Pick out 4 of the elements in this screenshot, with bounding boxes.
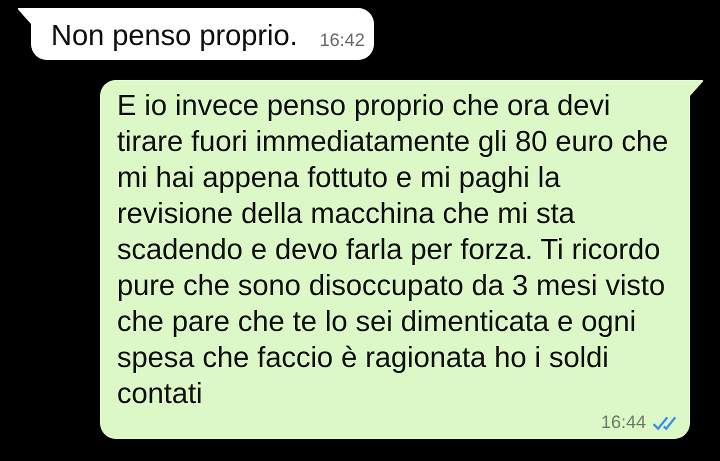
message-text: Non penso proprio.	[51, 21, 298, 51]
message-time: 16:42	[320, 30, 365, 51]
message-time: 16:44	[600, 412, 646, 433]
message-text: E io invece penso proprio che ora devi tirare fuori immediatamente gli 80 euro che mi hai appena fottuto e mi paghi la revisione della macchina che mi sta scadendo e devo farla per forza. Ti ricordo pure che sono disoccupato da 3 mesi visto che pare che te lo sei dimenticata e ogni spesa che faccio è ragionata ho i soldi contati	[117, 89, 670, 412]
